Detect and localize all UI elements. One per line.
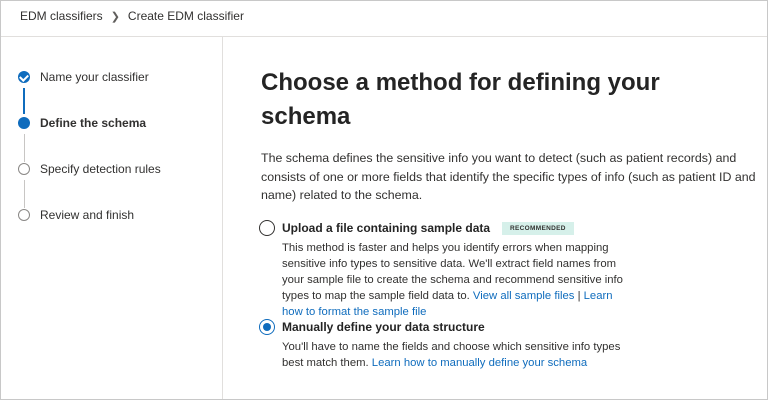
wizard-step-name-classifier[interactable]: Name your classifier [18, 70, 149, 84]
header-divider [1, 36, 767, 37]
chevron-right-icon: ❯ [110, 10, 120, 23]
learn-manual-schema-link[interactable]: Learn how to manually define your schema [372, 357, 587, 369]
step-label: Specify detection rules [40, 162, 161, 176]
option-description: You'll have to name the fields and choos… [282, 341, 621, 369]
step-connector-complete [23, 88, 25, 114]
step-connector [24, 180, 25, 208]
wizard-step-review-finish[interactable]: Review and finish [18, 208, 134, 222]
recommended-badge: RECOMMENDED [502, 221, 574, 235]
view-sample-files-link[interactable]: View all sample files [473, 290, 575, 302]
page-description: The schema defines the sensitive info yo… [261, 151, 756, 202]
option-description: This method is faster and helps you iden… [282, 242, 623, 318]
current-step-icon [18, 117, 30, 129]
step-label: Name your classifier [40, 70, 149, 84]
breadcrumb: EDM classifiers ❯ Create EDM classifier [20, 9, 244, 23]
radio-upload-sample-file[interactable] [259, 220, 275, 236]
link-separator: | [577, 290, 581, 302]
step-label: Review and finish [40, 208, 135, 222]
option-title[interactable]: Manually define your data structure [282, 320, 485, 334]
wizard-step-detection-rules[interactable]: Specify detection rules [18, 162, 161, 176]
breadcrumb-create-edm-classifier: Create EDM classifier [127, 9, 244, 23]
step-connector [24, 134, 25, 162]
sidebar-divider [222, 37, 223, 399]
breadcrumb-edm-classifiers[interactable]: EDM classifiers [20, 9, 103, 23]
wizard-step-define-schema[interactable]: Define the schema [18, 116, 146, 130]
radio-manual-define[interactable] [259, 319, 275, 335]
step-circle-icon [18, 163, 30, 175]
option-title[interactable]: Upload a file containing sample data [282, 221, 490, 235]
checkmark-icon [18, 71, 30, 83]
page-title: Choose a method for defining your schema [261, 69, 660, 130]
step-label: Define the schema [40, 116, 147, 130]
step-circle-icon [18, 209, 30, 221]
